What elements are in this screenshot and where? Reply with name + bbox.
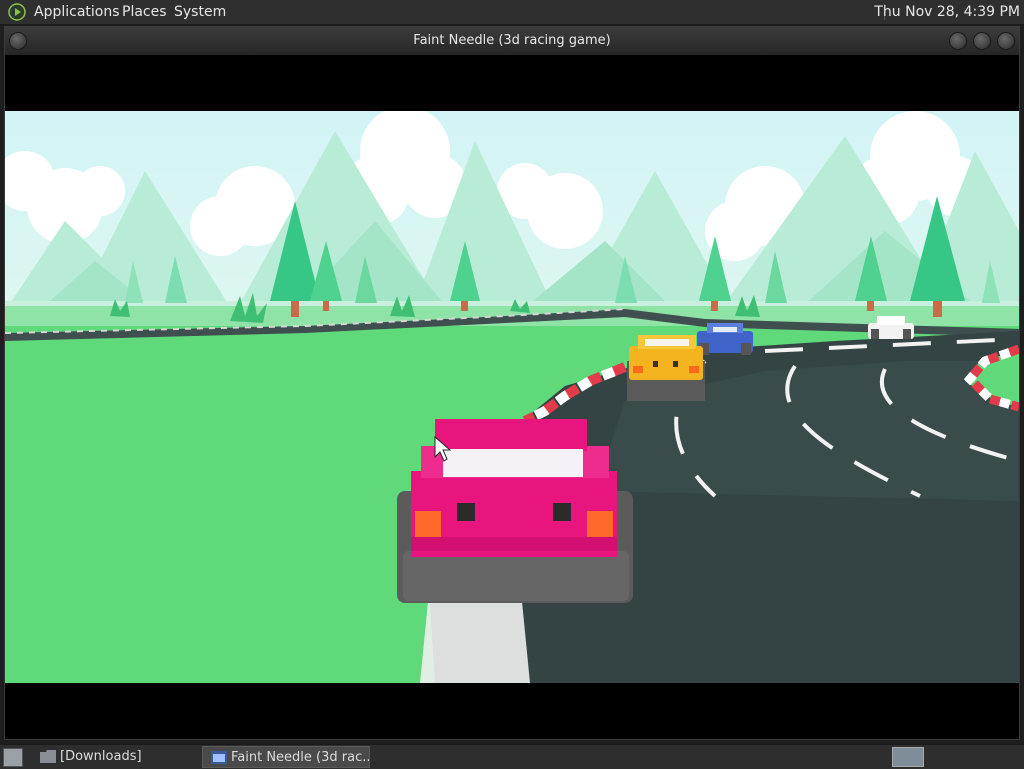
show-desktop-icon[interactable] — [3, 748, 23, 767]
menu-places[interactable]: Places — [122, 0, 167, 24]
task-label: [Downloads] — [60, 749, 142, 764]
yellow-car — [627, 335, 705, 401]
task-downloads[interactable]: [Downloads] — [32, 746, 198, 768]
workspace-switcher[interactable] — [892, 747, 924, 767]
task-game-window[interactable]: Faint Needle (3d rac... — [202, 746, 370, 768]
menu-applications[interactable]: Applications — [34, 0, 120, 24]
task-label: Faint Needle (3d rac... — [231, 750, 370, 765]
menu-system[interactable]: System — [174, 0, 226, 24]
top-panel: Applications Places System Thu Nov 28, 4… — [0, 0, 1024, 25]
clock[interactable]: Thu Nov 28, 4:39 PM — [874, 0, 1020, 24]
game-window: Faint Needle (3d racing game) — [4, 26, 1020, 740]
folder-icon — [40, 750, 56, 763]
game-scene — [5, 111, 1019, 683]
close-button[interactable] — [997, 32, 1015, 50]
game-window-icon — [211, 751, 227, 764]
play-logo-icon[interactable] — [8, 3, 26, 21]
game-viewport[interactable] — [5, 111, 1019, 683]
bottom-panel: [Downloads] Faint Needle (3d rac... — [0, 744, 1024, 769]
window-titlebar[interactable]: Faint Needle (3d racing game) — [5, 27, 1019, 55]
minimize-button[interactable] — [973, 32, 991, 50]
shade-button[interactable] — [949, 32, 967, 50]
player-car — [397, 419, 633, 603]
window-title: Faint Needle (3d racing game) — [413, 33, 611, 48]
